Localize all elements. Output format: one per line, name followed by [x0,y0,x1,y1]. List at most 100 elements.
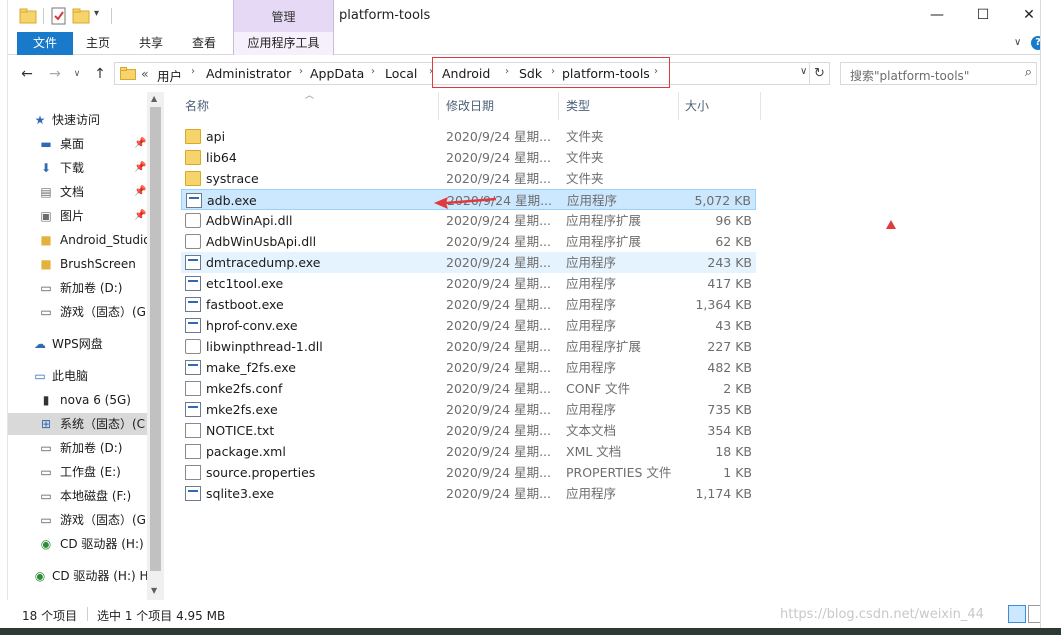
maximize-button[interactable]: ☐ [960,0,1006,32]
chevron-right-icon[interactable]: › [191,66,195,77]
file-icon [185,381,201,396]
details-view-icon[interactable] [1008,605,1026,623]
column-separator[interactable] [678,92,679,120]
nav-downloads[interactable]: ⬇ 下载 📌 [8,157,147,179]
expand-ribbon-icon[interactable]: ∨ [1014,37,1021,48]
pin-icon[interactable]: 📌 [134,205,146,227]
nav-item-label: 新加卷 (D:) [60,441,123,455]
pin-icon[interactable]: 📌 [134,157,146,179]
tab-view[interactable]: 查看 [182,32,226,55]
nav-drive-d[interactable]: ▭ 新加卷 (D:) [8,277,147,299]
column-header-date[interactable]: 修改日期 [446,96,494,120]
nav-scrollbar[interactable]: ▲ ▼ [147,92,164,600]
file-row[interactable]: api 2020/9/24 星期... 文件夹 [181,126,756,147]
nav-drive-e[interactable]: ▭ 工作盘 (E:) [8,461,147,483]
breadcrumb-item[interactable]: AppData [310,66,364,81]
file-row-hover[interactable]: dmtracedump.exe 2020/9/24 星期... 应用程序 243… [181,252,756,273]
search-box[interactable]: 搜索"platform-tools" ⌕ [840,62,1037,85]
refresh-icon[interactable]: ↻ [810,62,830,85]
file-type: 应用程序 [566,276,617,291]
file-size: 43 KB [715,318,752,333]
nav-phone[interactable]: ▮ nova 6 (5G) [8,389,147,411]
tab-home[interactable]: 主页 [76,32,120,55]
file-row[interactable]: lib64 2020/9/24 星期... 文件夹 [181,147,756,168]
recent-locations-icon[interactable]: ∨ [68,64,86,84]
nav-drive-c[interactable]: ⊞ 系统（固态）(C [8,413,147,435]
nav-desktop[interactable]: ▬ 桌面 📌 [8,133,147,155]
nav-wps-cloud[interactable]: ☁ WPS网盘 [8,333,147,355]
file-row[interactable]: systrace 2020/9/24 星期... 文件夹 [181,168,756,189]
nav-item-label: CD 驱动器 (H:) H [52,569,147,583]
manage-context-tab[interactable]: 管理 [233,0,334,32]
scroll-up-icon[interactable]: ▲ [151,94,157,103]
file-size: 482 KB [707,360,752,375]
folder-icon[interactable] [19,7,37,25]
nav-drive-d2[interactable]: ▭ 新加卷 (D:) [8,437,147,459]
file-row[interactable]: make_f2fs.exe 2020/9/24 星期... 应用程序 482 K… [181,357,756,378]
scrollbar-thumb[interactable] [150,107,161,571]
forward-arrow-icon[interactable]: → [46,64,64,84]
back-arrow-icon[interactable]: ← [18,64,36,84]
breadcrumb-overflow[interactable]: « [141,66,149,81]
tab-share[interactable]: 共享 [129,32,173,55]
file-row[interactable]: source.properties 2020/9/24 星期... PROPER… [181,462,756,483]
address-dropdown-icon[interactable]: ∨ [800,66,807,77]
minimize-button[interactable]: — [914,0,960,32]
chevron-right-icon[interactable]: › [299,66,303,77]
nav-documents[interactable]: ▤ 文档 📌 [8,181,147,203]
selection-info: 选中 1 个项目 4.95 MB [97,609,226,623]
properties-icon[interactable] [50,7,68,25]
pin-icon[interactable]: 📌 [134,181,146,203]
download-icon: ⬇ [40,161,52,175]
nav-cd-drive[interactable]: ◉ CD 驱动器 (H:) [8,533,147,555]
exe-icon [185,318,201,333]
file-date: 2020/9/24 星期... [446,339,551,354]
column-separator[interactable] [558,92,559,120]
file-row[interactable]: etc1tool.exe 2020/9/24 星期... 应用程序 417 KB [181,273,756,294]
tab-file[interactable]: 文件 [17,32,73,55]
taskbar-edge [0,628,1061,635]
nav-pictures[interactable]: ▣ 图片 📌 [8,205,147,227]
nav-drive-f[interactable]: ▭ 本地磁盘 (F:) [8,485,147,507]
nav-quick-access[interactable]: ★ 快速访问 [8,109,147,131]
file-row[interactable]: mke2fs.exe 2020/9/24 星期... 应用程序 735 KB [181,399,756,420]
column-separator[interactable] [760,92,761,120]
drive-icon: ▭ [40,489,52,503]
new-folder-icon[interactable] [72,7,90,25]
file-size: 62 KB [715,234,752,249]
scroll-down-icon[interactable]: ▼ [151,586,157,595]
file-row[interactable]: libwinpthread-1.dll 2020/9/24 星期... 应用程序… [181,336,756,357]
document-icon: ▤ [40,185,52,199]
customize-quick-access-dropdown[interactable]: ▾ [94,8,112,26]
nav-item-label: CD 驱动器 (H:) [60,537,144,551]
nav-this-pc[interactable]: ▭ 此电脑 [8,365,147,387]
column-header-size[interactable]: 大小 [685,96,709,120]
nav-item-label: nova 6 (5G) [60,393,131,407]
nav-drive-g2[interactable]: ▭ 游戏（固态）(G [8,509,147,531]
breadcrumb-item[interactable]: 用户 [157,66,182,85]
picture-icon: ▣ [40,209,52,223]
nav-brushscreen[interactable]: ■ BrushScreen [8,253,147,275]
nav-android-studio[interactable]: ■ Android_Studio [8,229,147,251]
up-arrow-icon[interactable]: ↑ [91,64,109,84]
file-row[interactable]: NOTICE.txt 2020/9/24 星期... 文本文档 354 KB [181,420,756,441]
file-row[interactable]: package.xml 2020/9/24 星期... XML 文档 18 KB [181,441,756,462]
file-row[interactable]: AdbWinUsbApi.dll 2020/9/24 星期... 应用程序扩展 … [181,231,756,252]
file-type: 文件夹 [566,171,604,186]
file-row[interactable]: hprof-conv.exe 2020/9/24 星期... 应用程序 43 K… [181,315,756,336]
chevron-right-icon[interactable]: › [371,66,375,77]
tab-application-tools[interactable]: 应用程序工具 [233,32,334,55]
column-header-name[interactable]: 名称 [185,96,209,120]
file-row[interactable]: AdbWinApi.dll 2020/9/24 星期... 应用程序扩展 96 … [181,210,756,231]
column-header-type[interactable]: 类型 [566,96,590,120]
breadcrumb-item[interactable]: Local [385,66,417,81]
nav-drive-g[interactable]: ▭ 游戏（固态）(G [8,301,147,323]
nav-cd-drive-h[interactable]: ◉ CD 驱动器 (H:) H [8,565,147,587]
file-row[interactable]: sqlite3.exe 2020/9/24 星期... 应用程序 1,174 K… [181,483,756,504]
file-row[interactable]: mke2fs.conf 2020/9/24 星期... CONF 文件 2 KB [181,378,756,399]
search-icon[interactable]: ⌕ [1025,65,1032,80]
file-row[interactable]: fastboot.exe 2020/9/24 星期... 应用程序 1,364 … [181,294,756,315]
column-separator[interactable] [438,92,439,120]
breadcrumb-item[interactable]: Administrator [206,66,291,81]
pin-icon[interactable]: 📌 [134,133,146,155]
